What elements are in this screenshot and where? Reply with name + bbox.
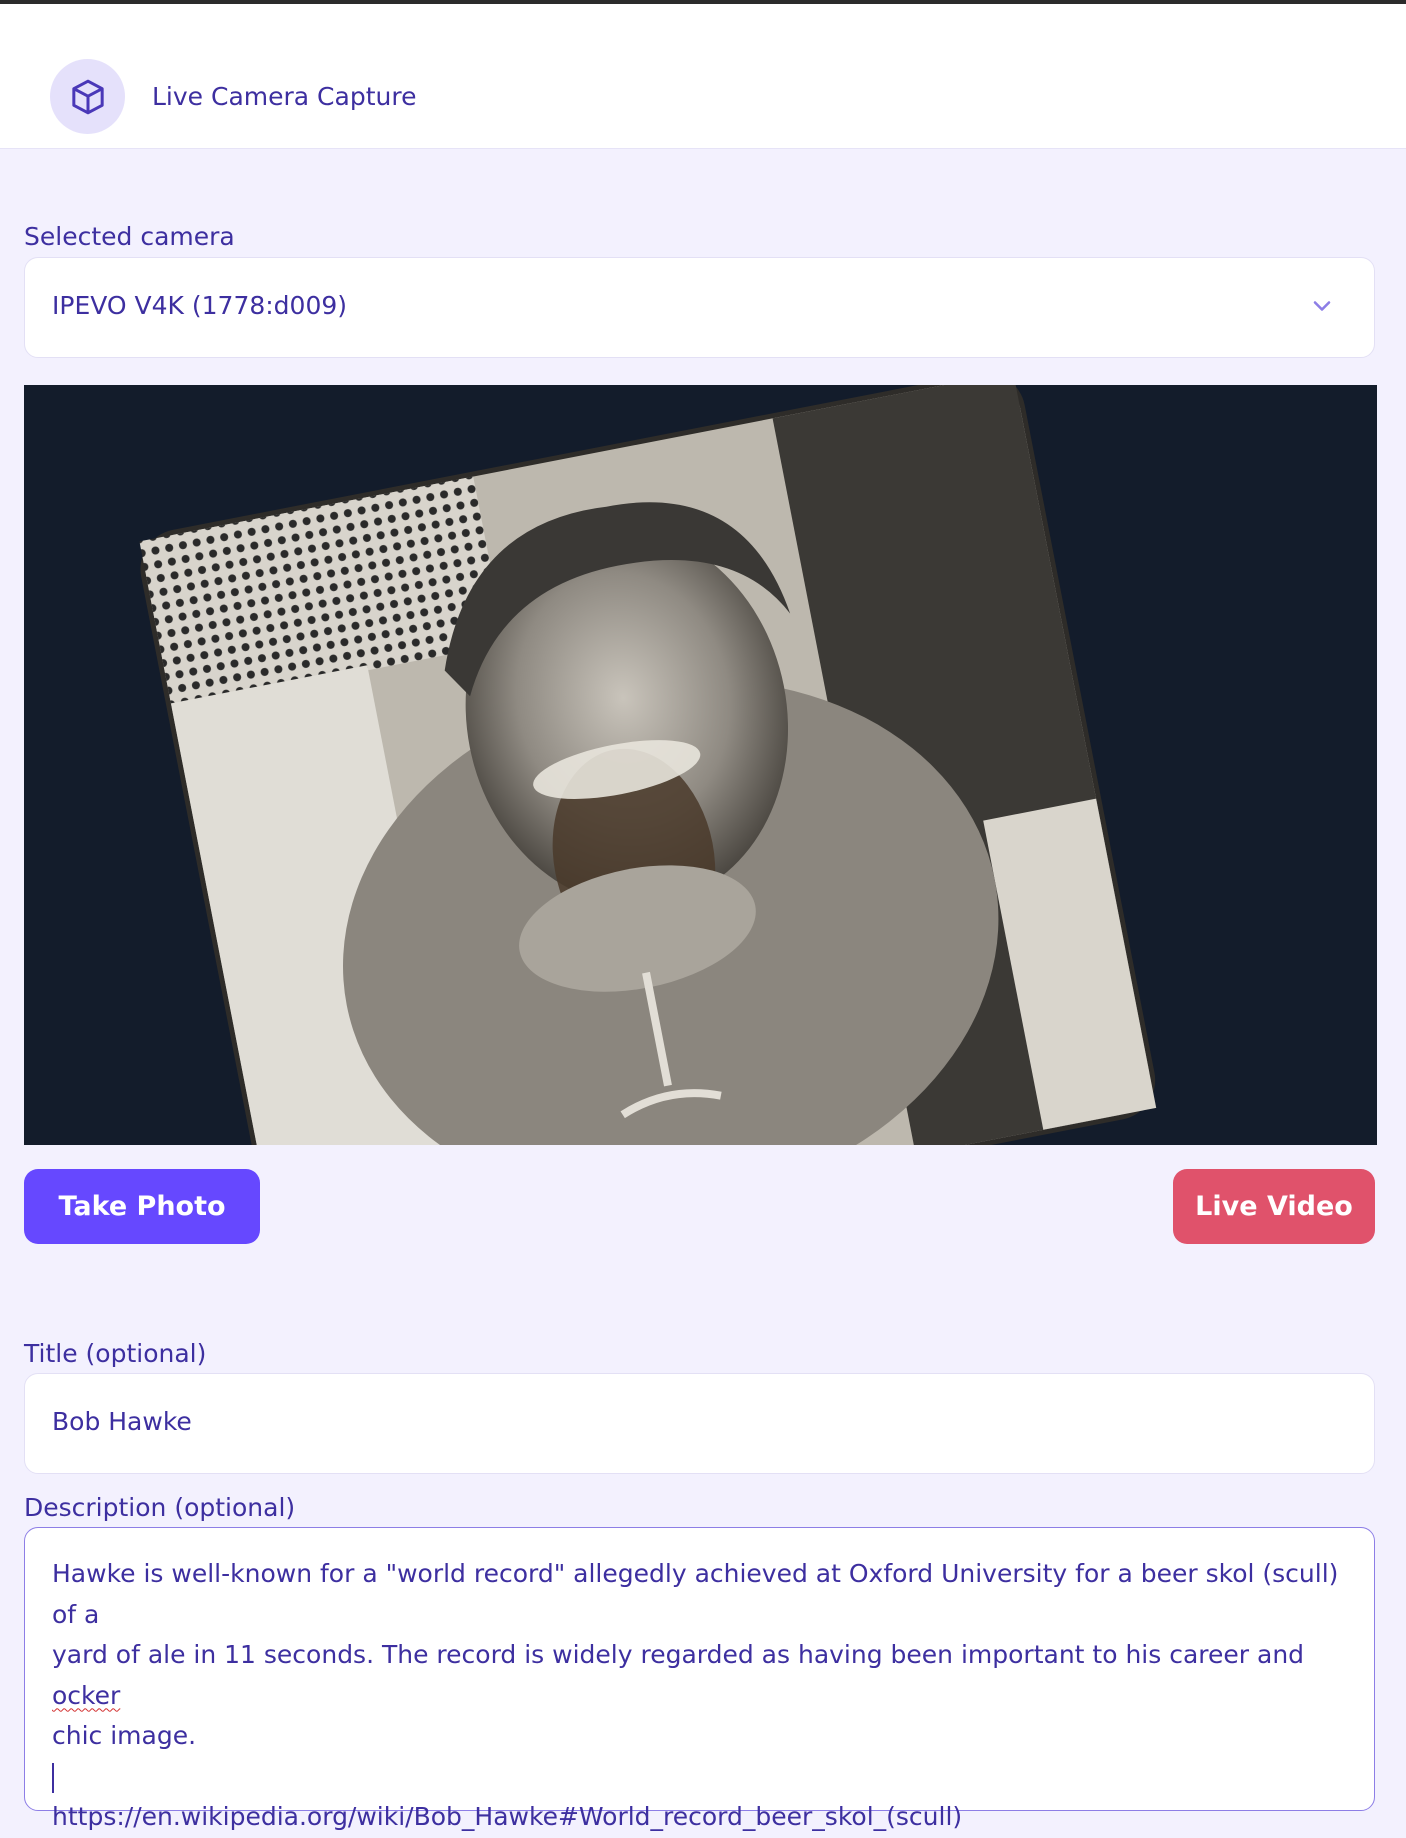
text-caret [52, 1762, 54, 1793]
camera-preview [24, 385, 1377, 1145]
description-line-1: Hawke is well-known for a "world record"… [52, 1559, 1347, 1629]
take-photo-button[interactable]: Take Photo [24, 1169, 260, 1244]
chevron-down-icon [1310, 294, 1334, 318]
description-line-2: yard of ale in 11 seconds. The record is… [52, 1640, 1312, 1669]
app-header: Live Camera Capture [0, 4, 1406, 149]
cube-icon [50, 59, 125, 134]
camera-select-value: IPEVO V4K (1778:d009) [52, 291, 348, 320]
description-text: Hawke is well-known for a "world record"… [52, 1554, 1352, 1838]
description-textarea[interactable]: Hawke is well-known for a "world record"… [24, 1527, 1375, 1831]
title-input-value: Bob Hawke [52, 1407, 192, 1436]
live-video-button[interactable]: Live Video [1173, 1169, 1375, 1244]
camera-select-label: Selected camera [24, 222, 235, 251]
misspelled-word: ocker [52, 1680, 121, 1710]
camera-select[interactable]: IPEVO V4K (1778:d009) [24, 257, 1375, 358]
title-input[interactable]: Bob Hawke [24, 1373, 1375, 1474]
title-field-label: Title (optional) [24, 1339, 207, 1368]
page-title: Live Camera Capture [152, 82, 417, 111]
description-field-label: Description (optional) [24, 1493, 296, 1522]
description-link: https://en.wikipedia.org/wiki/Bob_Hawke#… [52, 1802, 963, 1831]
description-line-3: chic image. [52, 1721, 197, 1750]
